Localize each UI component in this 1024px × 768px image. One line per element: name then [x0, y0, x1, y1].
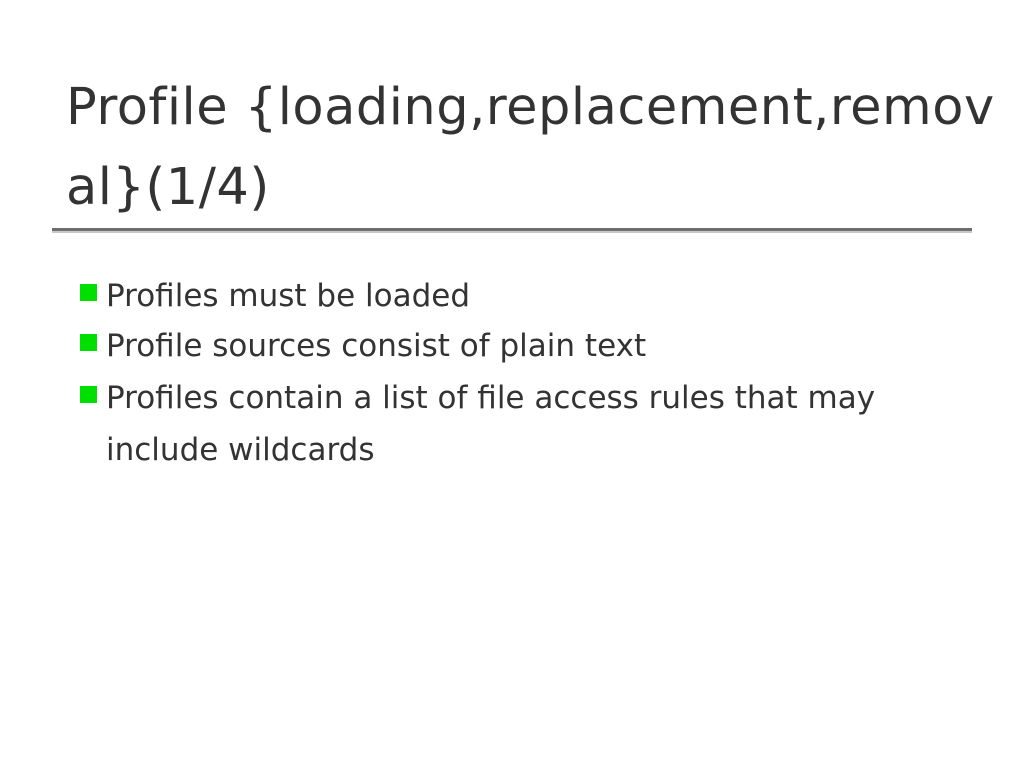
slide: Profile {loading,replacement,remov al}(1… — [0, 0, 1024, 768]
bullet-text: Profiles must be loaded — [106, 278, 471, 314]
title-line-2: al}(1/4) — [66, 158, 270, 217]
bullet-item: Profiles contain a list of file access r… — [80, 372, 966, 476]
bullet-item: Profiles must be loaded — [80, 270, 470, 322]
bullet-item: Profile sources consist of plain text — [80, 320, 646, 372]
bullet-square-icon — [80, 284, 97, 301]
slide-title: Profile {loading,replacement,remov al}(1… — [66, 78, 994, 226]
bullet-square-icon — [80, 386, 97, 403]
bullet-square-icon — [80, 334, 97, 351]
bullet-text: Profile sources consist of plain text — [106, 328, 647, 364]
title-divider — [52, 228, 972, 231]
bullet-text: Profiles contain a list of file access r… — [106, 380, 876, 468]
title-line-1: Profile {loading,replacement,remov — [66, 78, 995, 137]
